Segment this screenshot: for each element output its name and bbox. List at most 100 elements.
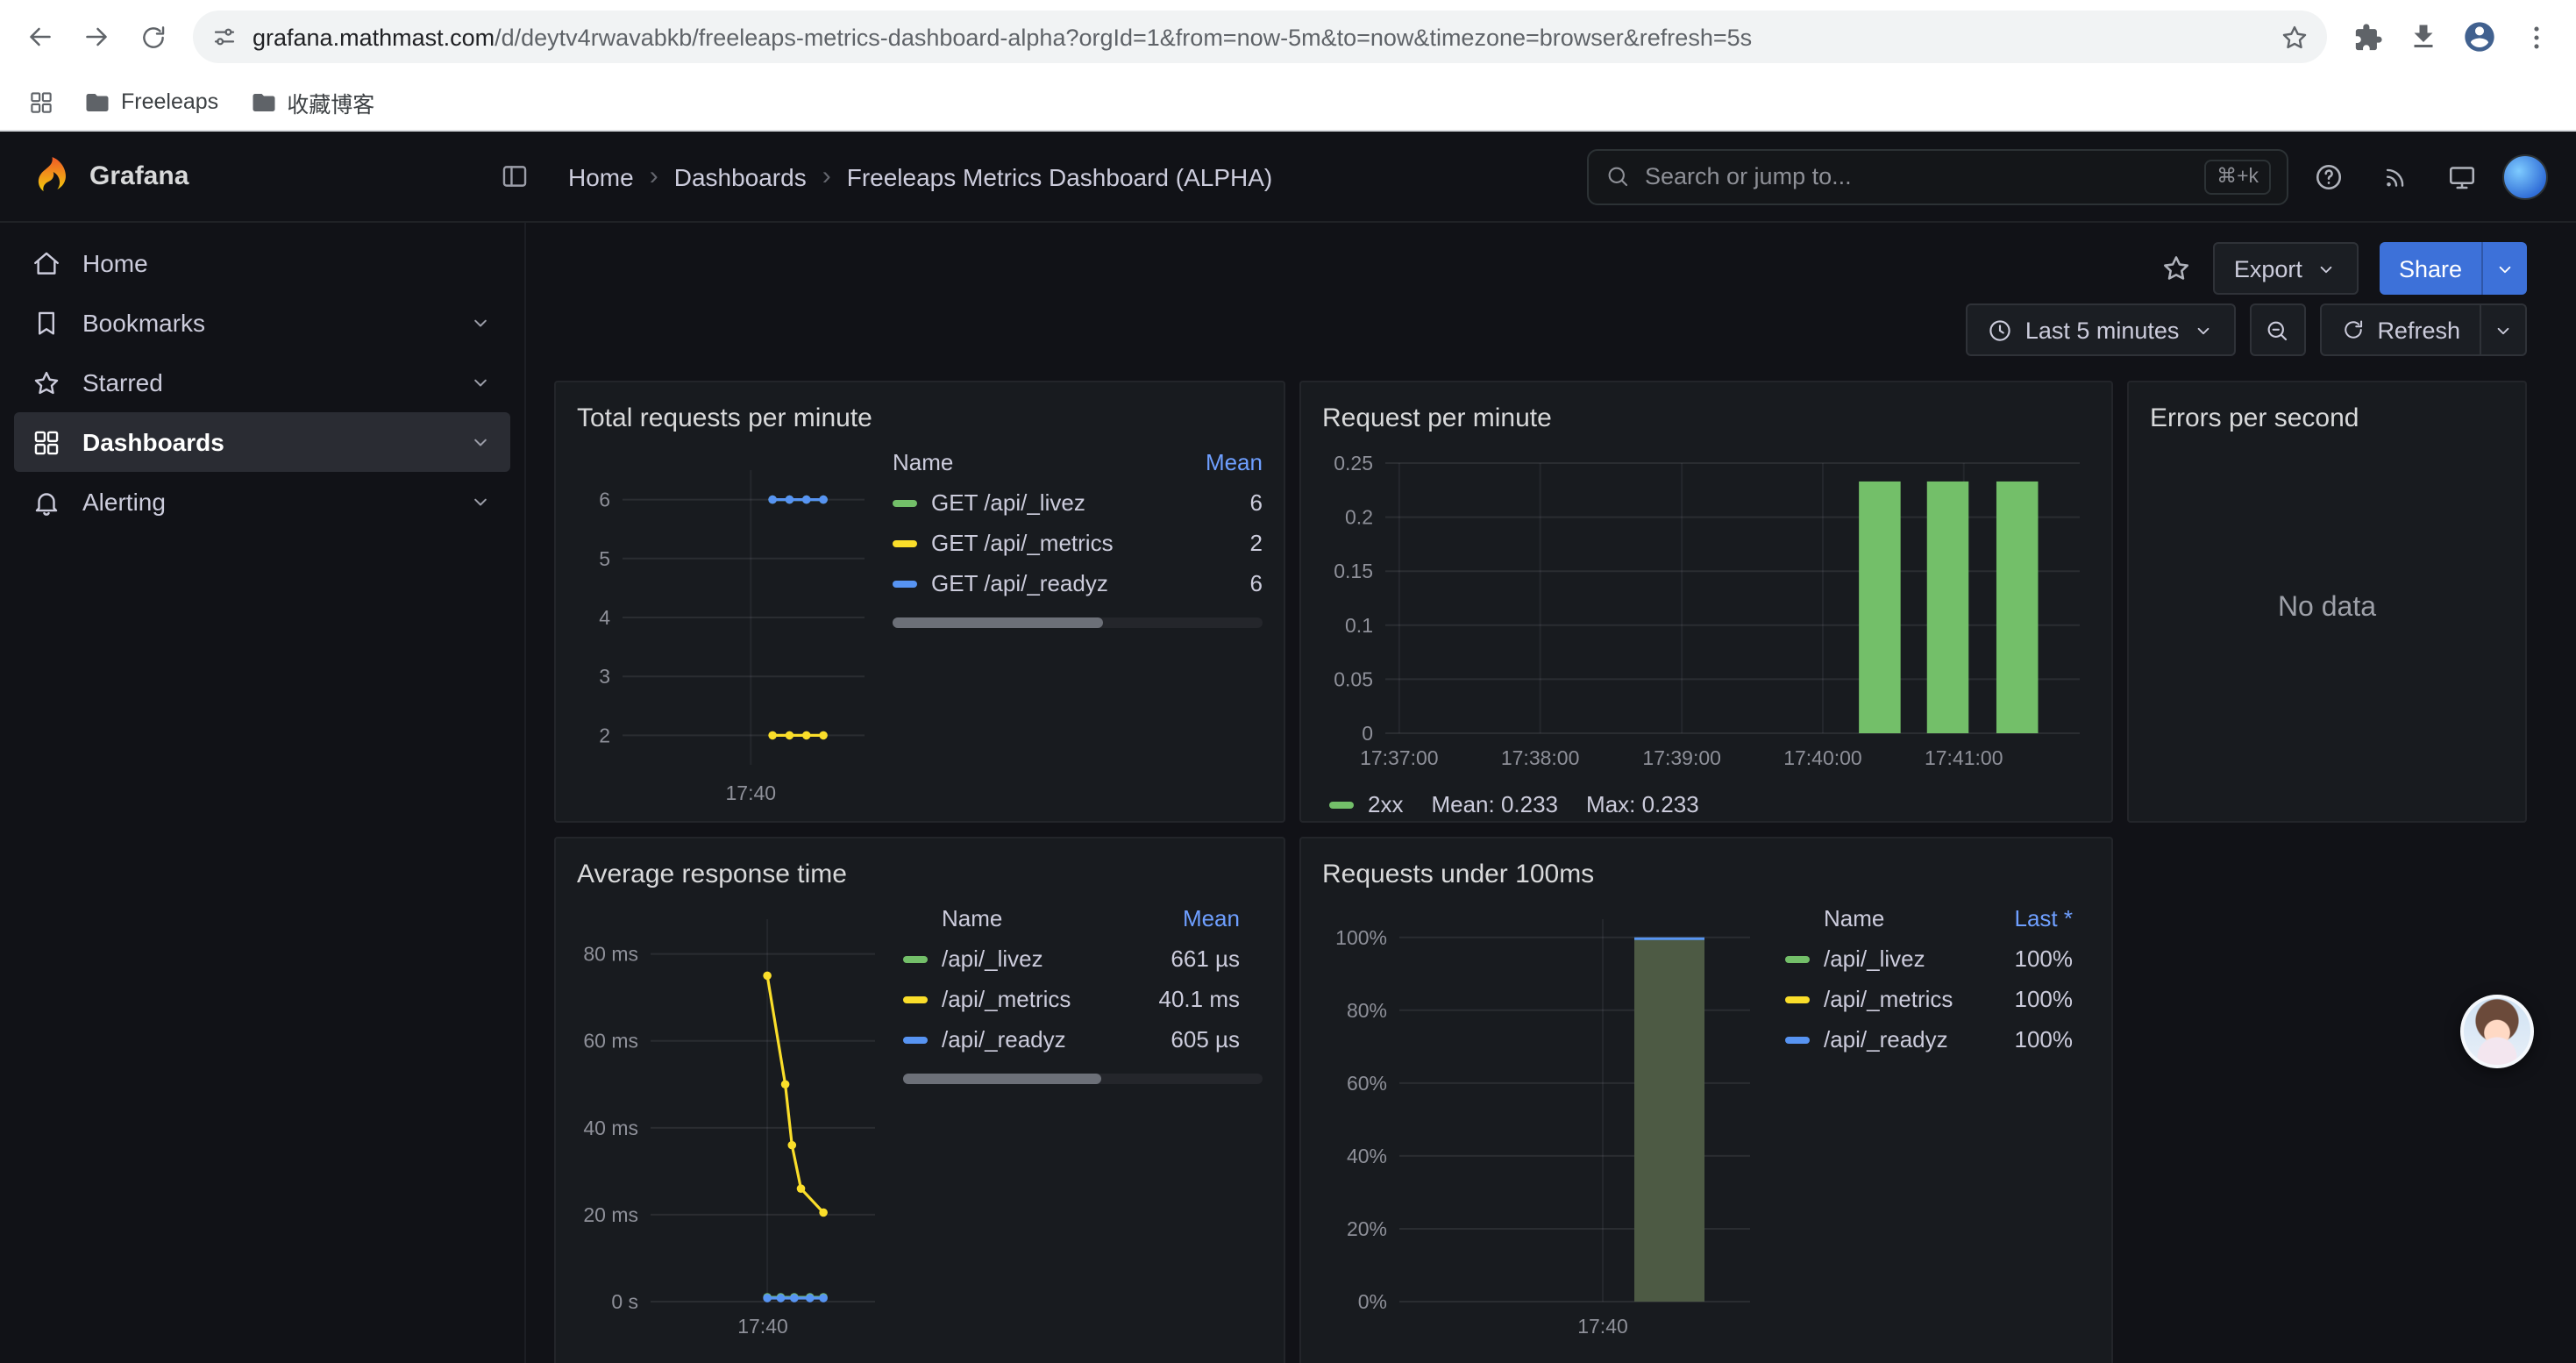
legend-scrollbar[interactable] <box>893 617 1263 628</box>
legend-header-mean[interactable]: Mean <box>1124 905 1240 931</box>
svg-text:60 ms: 60 ms <box>583 1030 638 1053</box>
breadcrumb-item-0[interactable]: Home <box>568 162 634 190</box>
legend-series-name[interactable]: 2xx <box>1368 791 1403 817</box>
panel-title[interactable]: Request per minute <box>1322 393 2090 442</box>
dock-menu-button[interactable] <box>500 161 530 191</box>
legend-series-name[interactable]: /api/_metrics <box>1824 986 1971 1012</box>
breadcrumb: Home›Dashboards›Freeleaps Metrics Dashbo… <box>568 161 1573 191</box>
apps-grid-button[interactable] <box>18 79 63 125</box>
panel-total-requests-per-minute[interactable]: Total requests per minute 6543217:40 Nam… <box>554 381 1285 823</box>
panel-errors-per-second[interactable]: Errors per second No data <box>2127 381 2527 823</box>
omnibox[interactable]: grafana.mathmast.com/d/deytv4rwavabkb/fr… <box>193 11 2327 63</box>
legend-header-name[interactable]: Name <box>942 905 1124 931</box>
url-domain: grafana.mathmast.com <box>253 24 495 50</box>
downloads-button[interactable] <box>2397 11 2450 63</box>
legend-header-last[interactable]: Last * <box>1240 905 1263 931</box>
legend-last-value: 100% <box>1971 946 2073 972</box>
export-button[interactable]: Export <box>2213 242 2359 295</box>
legend-series-name[interactable]: GET /api/_readyz <box>931 570 1171 596</box>
sidebar-item-starred[interactable]: Starred <box>14 353 510 412</box>
legend-series-name[interactable]: /api/_readyz <box>1824 1026 1971 1053</box>
extensions-button[interactable] <box>2341 11 2394 63</box>
legend-table: NameMeanLast */api/_livez661 µs646 µs/ap… <box>903 898 1263 1060</box>
legend-series-name[interactable]: /api/_livez <box>1824 946 1971 972</box>
profile-button[interactable] <box>2453 11 2506 63</box>
reload-button[interactable] <box>126 11 179 63</box>
legend-header-name[interactable]: Name <box>893 449 1171 475</box>
legend-scrollbar[interactable] <box>903 1074 1263 1084</box>
sidebar-item-label: Dashboards <box>82 428 224 456</box>
total-requests-chart[interactable]: 6543217:40 <box>577 442 875 814</box>
panel-request-per-minute[interactable]: Request per minute 0.250.20.150.10.05017… <box>1299 381 2113 823</box>
legend-header-name[interactable]: Name <box>1824 905 1971 931</box>
panel-title[interactable]: Requests under 100ms <box>1322 849 2090 898</box>
average-response-time-chart[interactable]: 80 ms60 ms40 ms20 ms0 s17:40 <box>577 898 886 1347</box>
bookmark-star-icon[interactable] <box>2280 22 2309 52</box>
bookmark-item-1[interactable]: 收藏博客 <box>236 80 388 124</box>
svg-text:100%: 100% <box>1335 926 1387 949</box>
site-info-icon[interactable] <box>210 23 238 51</box>
panel-requests-under-100ms[interactable]: Requests under 100ms 100%80%60%40%20%0%1… <box>1299 837 2113 1363</box>
requests-under-100ms-chart[interactable]: 100%80%60%40%20%0%17:40 <box>1322 898 1761 1347</box>
legend-mean-value: 6 <box>1171 489 1263 516</box>
svg-text:6: 6 <box>599 489 610 511</box>
panel-title[interactable]: Average response time <box>577 849 1263 898</box>
legend-series-name[interactable]: GET /api/_livez <box>931 489 1171 516</box>
share-menu-button[interactable] <box>2481 242 2527 295</box>
panel-title[interactable]: Total requests per minute <box>577 393 1263 442</box>
refresh-interval-button[interactable] <box>2481 303 2527 356</box>
svg-text:0 s: 0 s <box>611 1290 638 1313</box>
series-marker <box>1785 995 1810 1003</box>
bookmark-item-0[interactable]: Freeleaps <box>70 80 232 124</box>
time-range-picker[interactable]: Last 5 minutes <box>1966 303 2236 356</box>
legend-scrollbar-thumb[interactable] <box>893 617 1104 628</box>
search-input[interactable]: Search or jump to... ⌘+k <box>1587 148 2288 204</box>
dashboard-content: Export Share Last <box>526 223 2576 1363</box>
sidebar-item-bookmarks[interactable]: Bookmarks <box>14 293 510 353</box>
legend-series-name[interactable]: GET /api/_metrics <box>931 530 1171 556</box>
sidebar-item-home[interactable]: Home <box>14 233 510 293</box>
svg-text:17:40: 17:40 <box>725 781 776 804</box>
legend-series-name[interactable]: /api/_readyz <box>942 1026 1124 1053</box>
legend-scrollbar-thumb[interactable] <box>903 1074 1101 1084</box>
forward-button[interactable] <box>70 11 123 63</box>
sidebar-item-dashboards[interactable]: Dashboards <box>14 412 510 472</box>
legend-last-value: 646 µs <box>1240 946 1263 972</box>
share-button[interactable]: Share <box>2380 242 2481 295</box>
topnav-left: Grafana <box>28 154 554 198</box>
bookmarks-bar: Freeleaps收藏博客 <box>0 74 2576 132</box>
browser-menu-button[interactable] <box>2509 11 2562 63</box>
apps-grid-icon <box>27 89 53 115</box>
panel-title[interactable]: Errors per second <box>2150 393 2504 442</box>
display-button[interactable] <box>2436 150 2488 203</box>
sidebar-item-label: Home <box>82 249 148 277</box>
kebab-menu-icon <box>2521 22 2551 52</box>
legend-series-name[interactable]: /api/_metrics <box>942 986 1124 1012</box>
url-text[interactable]: grafana.mathmast.com/d/deytv4rwavabkb/fr… <box>253 24 2266 50</box>
search-placeholder: Search or jump to... <box>1645 163 2190 189</box>
refresh-button[interactable]: Refresh <box>2319 303 2481 356</box>
legend-table: NameLast */api/_livez100%/api/_metrics10… <box>1785 898 2073 1060</box>
grafana-app: Grafana Home›Dashboards›Freeleaps Metric… <box>0 132 2576 1363</box>
rss-icon <box>2380 161 2410 191</box>
news-button[interactable] <box>2369 150 2422 203</box>
grafana-logo-icon[interactable] <box>28 154 72 198</box>
breadcrumb-item-1[interactable]: Dashboards <box>674 162 807 190</box>
time-toolbar: Last 5 minutes Refresh <box>554 303 2527 356</box>
back-button[interactable] <box>14 11 67 63</box>
svg-text:40 ms: 40 ms <box>583 1117 638 1139</box>
user-avatar[interactable] <box>2502 153 2548 199</box>
legend-header-last[interactable]: Last * <box>1971 905 2073 931</box>
breadcrumb-separator: › <box>650 161 658 191</box>
legend-header-mean[interactable]: Mean <box>1171 449 1263 475</box>
sidebar-item-alerting[interactable]: Alerting <box>14 472 510 532</box>
floating-assistant-avatar[interactable] <box>2460 995 2534 1068</box>
panel-average-response-time[interactable]: Average response time 80 ms60 ms40 ms20 … <box>554 837 1285 1363</box>
breadcrumb-item-2[interactable]: Freeleaps Metrics Dashboard (ALPHA) <box>847 162 1273 190</box>
time-range-label: Last 5 minutes <box>2025 317 2180 343</box>
help-button[interactable] <box>2302 150 2355 203</box>
legend-series-name[interactable]: /api/_livez <box>942 946 1124 972</box>
favorite-dashboard-button[interactable] <box>2160 253 2192 284</box>
request-per-minute-chart[interactable]: 0.250.20.150.10.05017:37:0017:38:0017:39… <box>1322 442 2094 779</box>
zoom-out-button[interactable] <box>2249 303 2305 356</box>
